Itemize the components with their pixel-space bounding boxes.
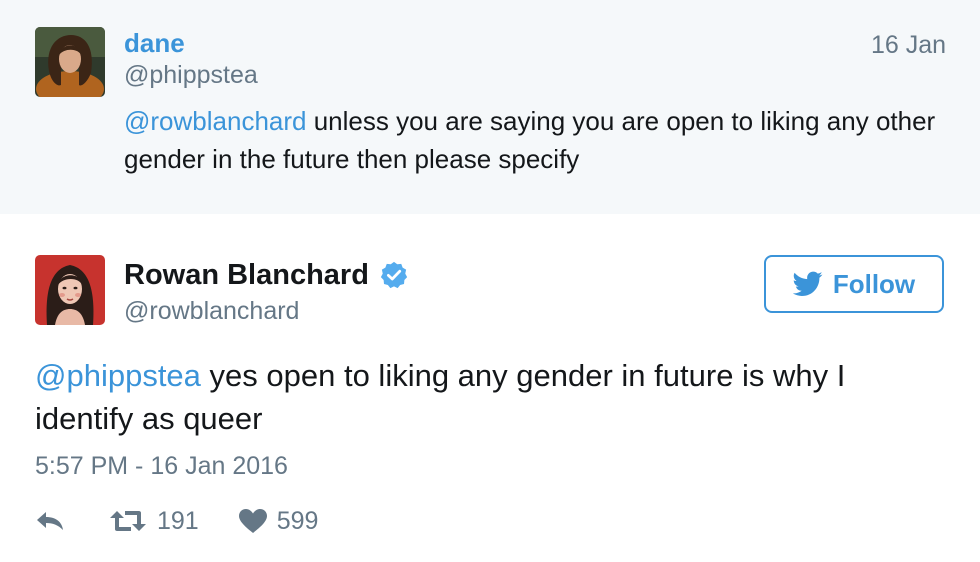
tweet-embed: dane @phippstea 16 Jan @rowblanchard unl… — [0, 0, 980, 562]
quoted-avatar[interactable] — [35, 27, 105, 97]
like-count: 599 — [276, 506, 319, 535]
reply-button[interactable] — [35, 510, 69, 532]
tweet-timestamp[interactable]: 5:57 PM - 16 Jan 2016 — [35, 450, 288, 482]
heart-icon — [238, 509, 267, 533]
follow-button-label: Follow — [832, 268, 916, 299]
tweet-actions: 191 599 — [35, 503, 318, 539]
quoted-tweet-text: @rowblanchard unless you are saying you … — [124, 102, 944, 178]
retweet-icon — [110, 511, 146, 531]
quoted-date[interactable]: 16 Jan — [871, 30, 946, 60]
quoted-handle[interactable]: @phippstea — [124, 60, 258, 90]
quoted-tweet[interactable]: dane @phippstea 16 Jan @rowblanchard unl… — [0, 0, 980, 214]
follow-button[interactable]: Follow — [764, 255, 944, 313]
author-handle[interactable]: @rowblanchard — [124, 296, 299, 326]
author-display-name[interactable]: Rowan Blanchard — [124, 258, 369, 292]
verified-badge-icon — [379, 260, 409, 290]
quoted-mention-link[interactable]: @rowblanchard — [124, 106, 306, 136]
retweet-button[interactable]: 191 — [109, 507, 199, 536]
quoted-display-name[interactable]: dane — [124, 28, 185, 58]
author-avatar[interactable] — [35, 255, 105, 325]
tweet-mention-link[interactable]: @phippstea — [35, 358, 201, 393]
retweet-count: 191 — [157, 506, 199, 535]
twitter-bird-icon — [792, 271, 823, 296]
tweet-text: @phippstea yes open to liking any gender… — [35, 354, 935, 440]
reply-arrow-icon — [37, 512, 63, 530]
like-button[interactable]: 599 — [238, 506, 319, 536]
author-name-row: Rowan Blanchard — [124, 258, 409, 292]
